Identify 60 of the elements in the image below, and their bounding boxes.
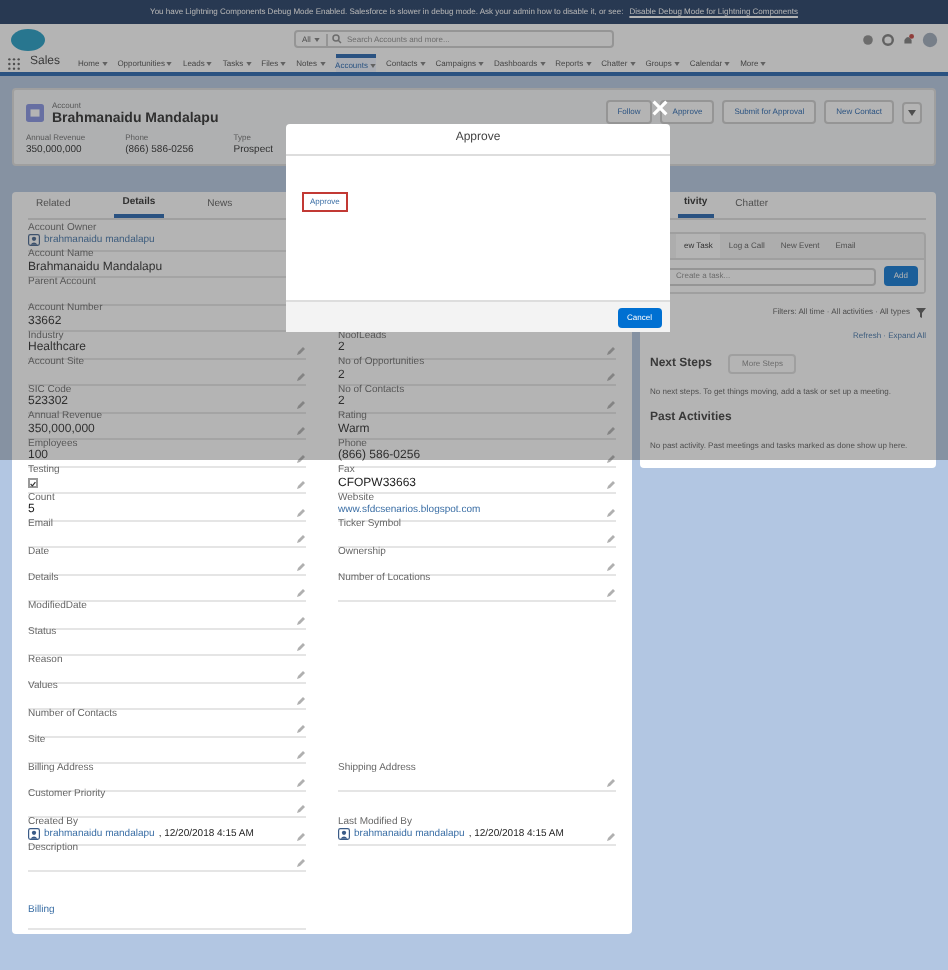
caret-icon: [585, 61, 592, 65]
edit-icon[interactable]: [296, 831, 306, 841]
edit-icon[interactable]: [296, 723, 306, 733]
edit-icon[interactable]: [296, 750, 306, 760]
user-icon: [28, 828, 40, 840]
caret-icon: [280, 61, 287, 65]
caret-icon: [314, 37, 321, 41]
caret-icon: [478, 61, 485, 65]
edit-icon[interactable]: [606, 453, 616, 463]
edit-icon[interactable]: [296, 345, 306, 355]
caret-icon: [760, 61, 767, 65]
caret-icon: [908, 109, 916, 115]
caret-icon: [724, 61, 731, 65]
edit-icon[interactable]: [606, 777, 616, 787]
edit-icon[interactable]: [296, 507, 306, 517]
edit-icon[interactable]: [296, 615, 306, 625]
edit-icon[interactable]: [606, 507, 616, 517]
caret-icon: [629, 61, 636, 65]
edit-icon[interactable]: [296, 426, 306, 436]
edit-icon[interactable]: [296, 642, 306, 652]
caret-icon: [101, 61, 108, 65]
caret-icon: [369, 63, 376, 67]
edit-icon[interactable]: [296, 696, 306, 706]
search-icon: [332, 34, 343, 44]
edit-icon[interactable]: [606, 588, 616, 598]
app-launcher-icon[interactable]: [8, 57, 20, 69]
edit-icon[interactable]: [296, 858, 306, 868]
edit-icon[interactable]: [606, 831, 616, 841]
edit-icon[interactable]: [296, 804, 306, 814]
edit-icon[interactable]: [606, 345, 616, 355]
edit-icon[interactable]: [296, 777, 306, 787]
edit-icon[interactable]: [296, 453, 306, 463]
edit-icon[interactable]: [296, 669, 306, 679]
user-icon: [28, 234, 40, 246]
filter-icon[interactable]: [916, 307, 926, 317]
account-icon: [26, 103, 44, 121]
edit-icon[interactable]: [296, 561, 306, 571]
avatar-icon[interactable]: [922, 31, 938, 47]
caret-icon: [539, 61, 546, 65]
close-icon[interactable]: [652, 100, 668, 116]
caret-icon: [206, 61, 213, 65]
edit-icon[interactable]: [606, 534, 616, 544]
more-actions-button[interactable]: [902, 101, 922, 123]
caret-icon: [166, 61, 173, 65]
user-icon: [338, 828, 350, 840]
caret-icon: [245, 61, 252, 65]
edit-icon[interactable]: [606, 480, 616, 490]
edit-icon[interactable]: [296, 480, 306, 490]
edit-icon[interactable]: [606, 399, 616, 409]
caret-icon: [319, 61, 326, 65]
caret-icon: [673, 61, 680, 65]
caret-icon: [419, 61, 426, 65]
edit-icon[interactable]: [296, 588, 306, 598]
cloud-logo-icon[interactable]: [10, 27, 46, 51]
edit-icon[interactable]: [606, 426, 616, 436]
edit-icon[interactable]: [296, 372, 306, 382]
edit-icon[interactable]: [606, 561, 616, 571]
edit-icon[interactable]: [296, 399, 306, 409]
edit-icon[interactable]: [296, 534, 306, 544]
edit-icon[interactable]: [606, 372, 616, 382]
